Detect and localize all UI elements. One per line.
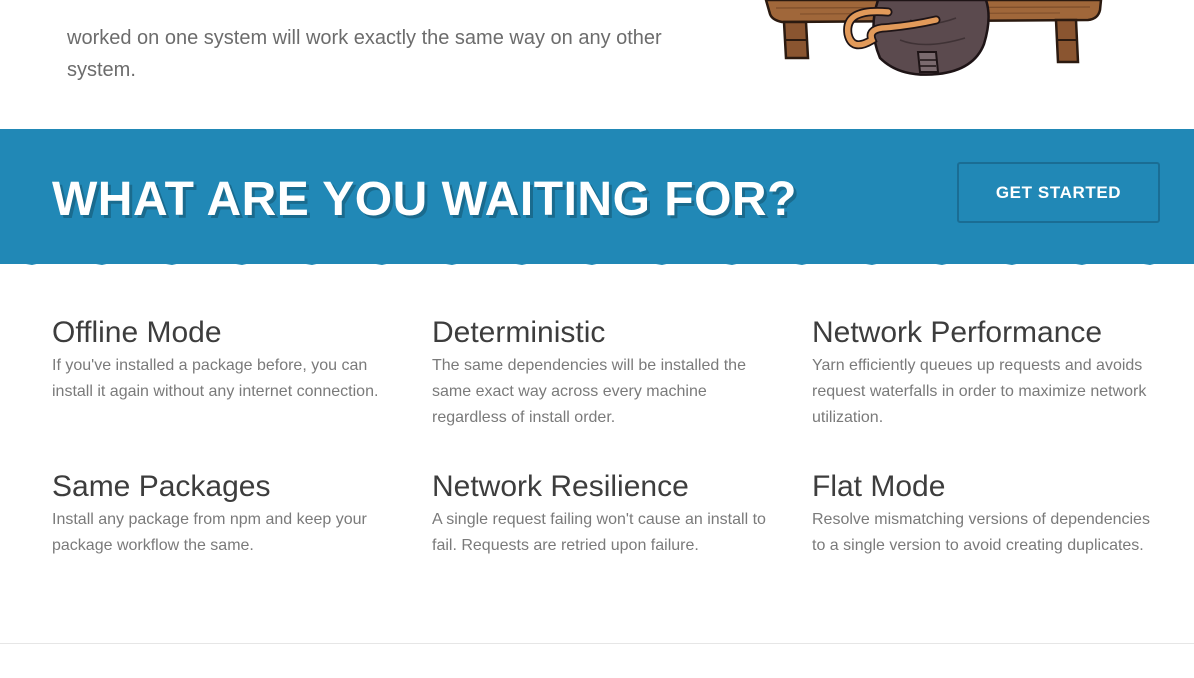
feature-same-packages: Same Packages Install any package from n…: [52, 469, 404, 559]
banner-torn-edge: [0, 256, 1194, 265]
feature-title: Network Performance: [812, 316, 1103, 349]
feature-title: Same Packages: [52, 470, 271, 503]
intro-text: worked on one system will work exactly t…: [67, 27, 662, 81]
cat-at-desk-illustration: [764, 0, 1103, 76]
feature-title: Deterministic: [432, 316, 606, 349]
feature-network-performance: Network Performance Yarn efficiently que…: [812, 315, 1164, 431]
page: worked on one system will work exactly t…: [0, 0, 1194, 678]
feature-deterministic: Deterministic The same dependencies will…: [432, 315, 784, 431]
get-started-button[interactable]: GET STARTED: [957, 162, 1160, 223]
feature-title: Flat Mode: [812, 470, 946, 503]
banner-title: WHAT ARE YOU WAITING FOR?: [52, 173, 797, 226]
feature-description: A single request failing won't cause an …: [432, 511, 766, 554]
feature-offline-mode: Offline Mode If you've installed a packa…: [52, 315, 404, 405]
intro-section: worked on one system will work exactly t…: [0, 0, 1194, 129]
feature-description: If you've installed a package before, yo…: [52, 357, 379, 400]
feature-title: Offline Mode: [52, 316, 222, 349]
feature-title: Network Resilience: [432, 470, 689, 503]
feature-network-resilience: Network Resilience A single request fail…: [432, 469, 784, 559]
feature-description: Install any package from npm and keep yo…: [52, 511, 367, 554]
feature-description: The same dependencies will be installed …: [432, 357, 746, 426]
feature-description: Resolve mismatching versions of dependen…: [812, 511, 1150, 554]
feature-flat-mode: Flat Mode Resolve mismatching versions o…: [812, 469, 1164, 559]
section-divider: [0, 643, 1194, 644]
feature-description: Yarn efficiently queues up requests and …: [812, 357, 1147, 426]
